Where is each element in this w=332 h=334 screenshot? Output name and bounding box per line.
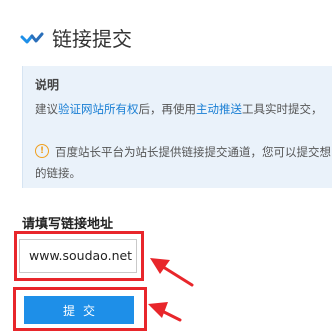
annotation-box-button	[13, 287, 147, 331]
notice-text-continued: 的链接。	[35, 166, 81, 180]
warning-icon: !	[35, 144, 49, 158]
info-text: 建议	[35, 102, 58, 116]
info-panel: 说明 建议验证网站所有权后，再使用主动推送工具实时提交， ! 百度站长平台为站长…	[22, 66, 332, 188]
page-header: 链接提交	[0, 0, 332, 64]
annotation-arrow-button	[148, 302, 182, 322]
verify-ownership-link[interactable]: 验证网站所有权	[58, 102, 139, 116]
url-field-label: 请填写链接地址	[22, 217, 114, 232]
page-title: 链接提交	[52, 27, 132, 51]
notice-text: 百度站长平台为站长提供链接提交通道，您可以提交想	[55, 145, 331, 159]
active-push-link[interactable]: 主动推送	[196, 102, 242, 116]
info-text-line: 建议验证网站所有权后，再使用主动推送工具实时提交，	[35, 101, 323, 117]
info-heading: 说明	[35, 78, 60, 92]
info-text: 后，再使用	[138, 102, 197, 116]
annotation-box-input	[14, 231, 144, 281]
logo-check-icon	[20, 32, 44, 44]
annotation-arrow-input	[150, 258, 194, 287]
info-text: 工具实时提交，	[242, 102, 323, 116]
